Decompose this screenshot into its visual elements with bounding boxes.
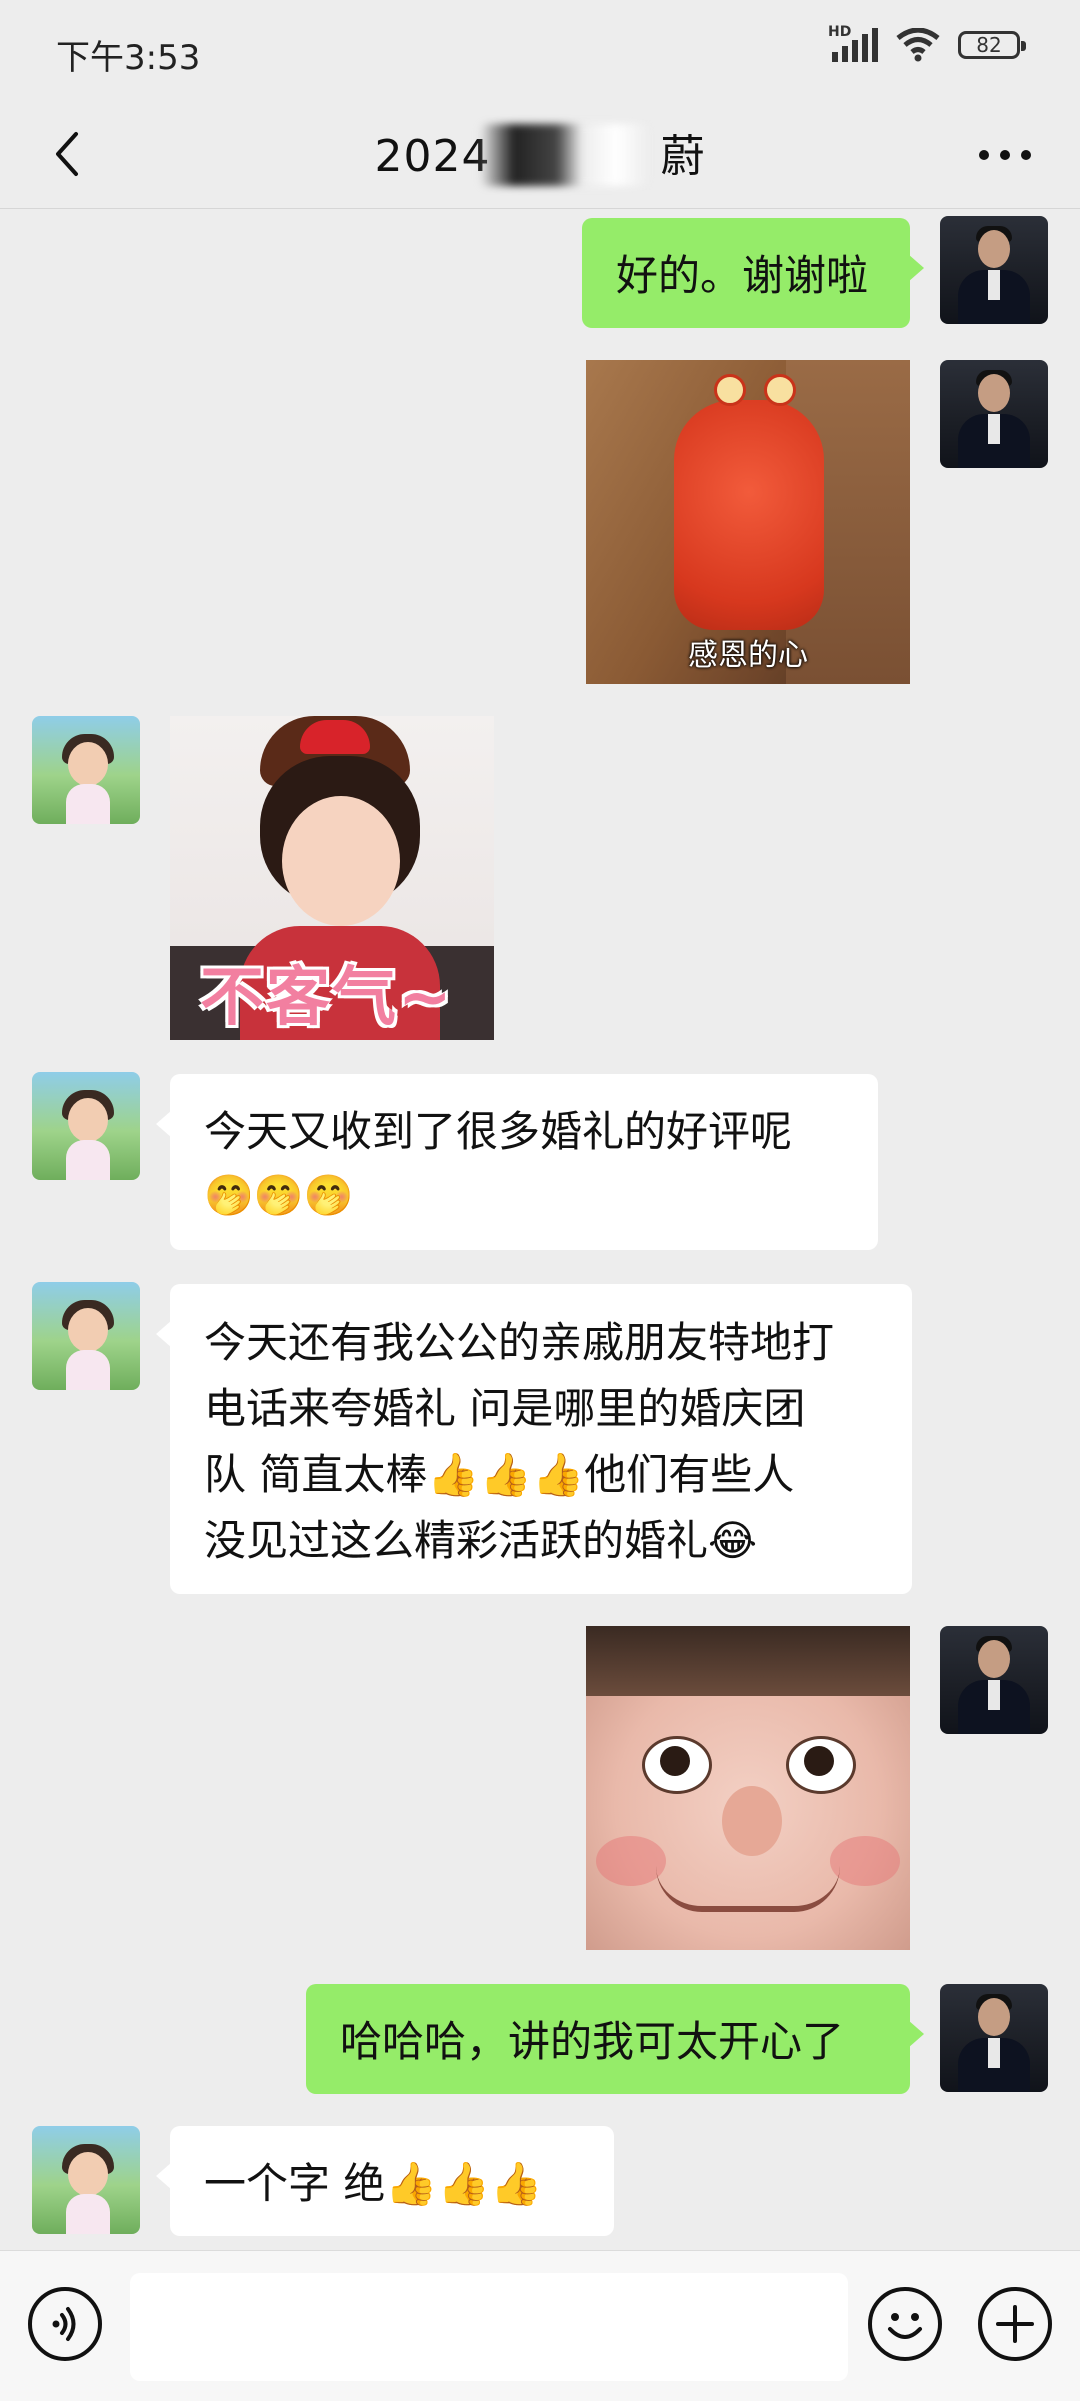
- status-bar: 下午3:53 HD 82: [0, 0, 1080, 100]
- message-bubble-other[interactable]: 一个字 绝👍👍👍: [156, 2126, 614, 2236]
- lobster-sticker[interactable]: 感恩的心: [586, 360, 910, 684]
- message-line: 没见过这么精彩活跃的婚礼😂: [204, 1516, 758, 1565]
- my-avatar[interactable]: [940, 1626, 1048, 1734]
- message-text: 哈哈哈，讲的我可太开心了: [340, 2017, 845, 2066]
- hd-badge: HD: [828, 24, 852, 40]
- message-line: 今天还有我公公的亲戚朋友特地打: [204, 1318, 835, 1367]
- signal-icon: HD: [828, 24, 878, 62]
- more-dots-icon[interactable]: [970, 130, 1040, 180]
- voice-icon[interactable]: [28, 2287, 102, 2361]
- message-bubble-other[interactable]: 今天又收到了很多婚礼的好评呢 🤭🤭🤭: [156, 1074, 878, 1250]
- battery-icon: 82: [958, 31, 1026, 59]
- chat-title-text: 2024: [374, 131, 491, 182]
- status-time: 下午3:53: [56, 38, 201, 78]
- face-sticker[interactable]: [586, 1626, 910, 1950]
- chat-title-tail: 蔚: [660, 131, 706, 182]
- my-avatar[interactable]: [940, 1984, 1048, 2092]
- message-line: 队 简直太棒👍👍👍他们有些人: [204, 1450, 795, 1499]
- message-line: 电话来夸婚礼 问是哪里的婚庆团: [204, 1384, 806, 1433]
- input-bar: [0, 2250, 1080, 2401]
- my-avatar[interactable]: [940, 216, 1048, 324]
- my-avatar[interactable]: [940, 360, 1048, 468]
- emoji-icon[interactable]: [868, 2287, 942, 2361]
- plus-icon[interactable]: [978, 2287, 1052, 2361]
- status-icons: HD 82: [828, 24, 1026, 62]
- chat-header: 2024 蔚: [0, 100, 1080, 209]
- girl-sticker[interactable]: 不客气~: [170, 716, 494, 1040]
- redaction-blur: [480, 124, 650, 186]
- contact-avatar[interactable]: [32, 716, 140, 824]
- message-bubble-other[interactable]: 今天还有我公公的亲戚朋友特地打 电话来夸婚礼 问是哪里的婚庆团 队 简直太棒👍👍…: [156, 1284, 912, 1594]
- message-input[interactable]: [130, 2273, 848, 2381]
- message-bubble-me[interactable]: 哈哈哈，讲的我可太开心了: [306, 1984, 924, 2094]
- contact-avatar[interactable]: [32, 1282, 140, 1390]
- emoji-row: 🤭🤭🤭: [204, 1173, 354, 1219]
- contact-avatar[interactable]: [32, 1072, 140, 1180]
- message-bubble-me[interactable]: 好的。谢谢啦: [582, 218, 924, 328]
- sticker-caption: 感恩的心: [688, 638, 808, 673]
- contact-avatar[interactable]: [32, 2126, 140, 2234]
- message-text: 一个字 绝👍👍👍: [204, 2159, 543, 2208]
- message-text: 好的。谢谢啦: [616, 251, 869, 300]
- wifi-icon: [896, 28, 940, 62]
- message-text: 今天又收到了很多婚礼的好评呢: [204, 1107, 793, 1156]
- sticker-caption: 不客气~: [200, 961, 454, 1035]
